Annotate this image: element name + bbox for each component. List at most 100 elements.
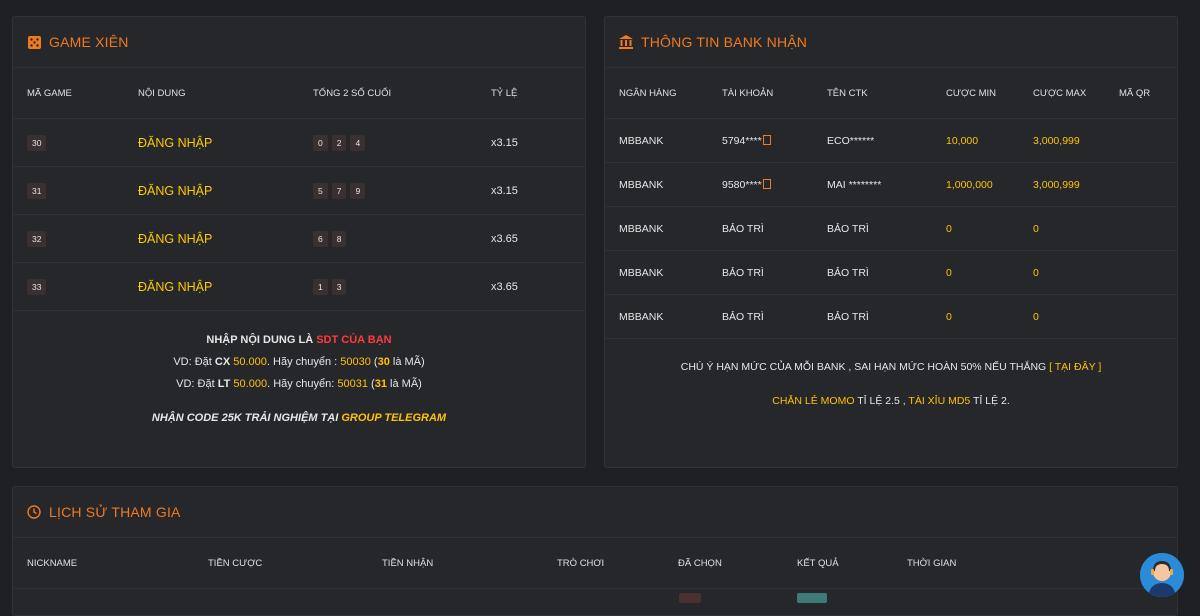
- instruction-text: NHẬP NỘI DUNG LÀ: [206, 334, 317, 346]
- chosen-badge: [679, 593, 701, 603]
- copy-icon[interactable]: [762, 178, 771, 189]
- dice-icon: [27, 35, 41, 49]
- qr-cell: [1119, 206, 1177, 251]
- numbers-cell: 024: [313, 118, 491, 167]
- rate-cell: x3.65: [491, 262, 585, 311]
- bank-panel-title: THÔNG TIN BANK NHẬN: [641, 34, 808, 50]
- telegram-group-link[interactable]: GROUP TELEGRAM: [341, 412, 446, 424]
- bank-icon: [619, 35, 633, 49]
- numbers-cell: 579: [313, 166, 491, 215]
- clock-icon: [27, 505, 41, 519]
- login-link[interactable]: ĐĂNG NHẬP: [138, 232, 212, 246]
- bank-panel-header: THÔNG TIN BANK NHẬN: [605, 17, 1177, 68]
- ex1-text: VD: Đặt: [173, 356, 215, 368]
- account-cell: BẢO TRÌ: [722, 294, 827, 339]
- qr-cell: [1119, 162, 1177, 207]
- col-max-bet: CƯỢC MAX: [1033, 68, 1119, 119]
- bank-table-header: NGÂN HÀNG TÀI KHOẢN TÊN CTK CƯỢC MIN CƯỢ…: [605, 68, 1177, 119]
- number-badge: 1: [313, 278, 328, 295]
- bank-limit-note: CHÚ Ý HẠN MỨC CỦA MỖI BANK , SAI HẠN MỨC…: [605, 361, 1177, 395]
- account-holder: ECO******: [827, 118, 946, 163]
- bank-limit-link[interactable]: [ TẠI ĐÂY ]: [1049, 361, 1101, 373]
- game-instructions: NHẬP NỘI DUNG LÀ SDT CỦA BẠN VD: Đặt CX …: [13, 311, 585, 424]
- bank-row: MBBANK BẢO TRÌ BẢO TRÌ 0 0: [605, 250, 1177, 295]
- qr-cell: [1119, 250, 1177, 295]
- ex2-transfer: 50031: [337, 378, 368, 390]
- ex2-amount: 50.000: [233, 378, 268, 390]
- promo-text: NHẬN CODE 25K TRẢI NGHIỆM TẠI: [151, 412, 342, 424]
- col-account: TÀI KHOẢN: [722, 68, 827, 119]
- qr-cell: [1119, 118, 1177, 163]
- promo-line: NHẬN CODE 25K TRẢI NGHIỆM TẠI GROUP TELE…: [13, 412, 585, 424]
- momo-game-link[interactable]: CHẴN LẺ MOMO: [772, 395, 854, 407]
- game-rate-note: CHẴN LẺ MOMO TỈ LỆ 2.5 , TÀI XỈU MD5 TỈ …: [605, 395, 1177, 407]
- account-number: BẢO TRÌ: [722, 310, 764, 323]
- bank-name: MBBANK: [605, 206, 722, 251]
- game-row: 33 ĐĂNG NHẬP 1 3 x3.65: [13, 262, 585, 311]
- md5-game-link[interactable]: TÀI XỈU MD5: [908, 395, 970, 407]
- col-nickname: NICKNAME: [13, 538, 208, 589]
- account-number: BẢO TRÌ: [722, 266, 764, 279]
- max-bet: 0: [1033, 250, 1119, 295]
- rate-cell: x3.15: [491, 166, 585, 215]
- col-bank: NGÂN HÀNG: [605, 68, 722, 119]
- col-chosen: ĐÃ CHỌN: [678, 538, 797, 589]
- game-panel-title: GAME XIÊN: [49, 34, 129, 50]
- game-row: 30 ĐĂNG NHẬP 0 2 4 x3.15: [13, 118, 585, 167]
- bank-panel: THÔNG TIN BANK NHẬN NGÂN HÀNG TÀI KHOẢN …: [604, 16, 1178, 468]
- login-link[interactable]: ĐĂNG NHẬP: [138, 184, 212, 198]
- account-holder: BẢO TRÌ: [827, 294, 946, 339]
- ex2-text2: . Hãy chuyển:: [267, 378, 338, 390]
- md5-rate-text: TỈ LỆ 2.: [970, 395, 1010, 407]
- history-panel-header: LỊCH SỬ THAM GIA: [13, 487, 1177, 538]
- qr-cell: [1119, 294, 1177, 339]
- history-panel-title: LỊCH SỬ THAM GIA: [49, 504, 181, 520]
- col-bet-amount: TIỀN CƯỢC: [208, 538, 382, 589]
- account-number: 5794****: [722, 134, 762, 147]
- col-content: NỘI DUNG: [138, 68, 313, 119]
- game-table: MÃ GAME NỘI DUNG TỔNG 2 SỐ CUỐI TỶ LỆ 30…: [13, 68, 585, 311]
- number-badge: 5: [313, 182, 328, 199]
- game-code-badge: 33: [27, 278, 47, 295]
- game-code-badge: 32: [27, 230, 47, 247]
- col-rate: TỶ LỆ: [491, 68, 585, 119]
- account-number: 9580****: [722, 178, 762, 191]
- bank-notes: CHÚ Ý HẠN MỨC CỦA MỖI BANK , SAI HẠN MỨC…: [605, 339, 1177, 407]
- min-bet: 10,000: [946, 118, 1033, 163]
- game-row: 32 ĐĂNG NHẬP 6 8 x3.65: [13, 214, 585, 263]
- momo-rate-text: TỈ LỆ 2.5 ,: [854, 395, 909, 407]
- bank-name: MBBANK: [605, 118, 722, 163]
- account-holder: BẢO TRÌ: [827, 206, 946, 251]
- support-chat-button[interactable]: [1140, 553, 1184, 597]
- ex1-paren: (: [370, 356, 378, 368]
- col-account-name: TÊN CTK: [827, 68, 946, 119]
- bank-row: MBBANK BẢO TRÌ BẢO TRÌ 0 0: [605, 206, 1177, 251]
- bank-name: MBBANK: [605, 294, 722, 339]
- min-bet: 0: [946, 206, 1033, 251]
- col-time: THỜI GIAN: [907, 538, 1177, 589]
- ex1-transfer: 50030: [340, 356, 371, 368]
- ex2-code: 31: [374, 378, 387, 390]
- example-line-1: VD: Đặt CX 50.000. Hãy chuyển : 50030 (3…: [13, 356, 585, 378]
- number-badge: 3: [331, 278, 347, 295]
- account-cell: BẢO TRÌ: [722, 206, 827, 251]
- number-badge: 2: [331, 134, 347, 151]
- number-badge: 8: [331, 230, 347, 247]
- login-link[interactable]: ĐĂNG NHẬP: [138, 280, 212, 294]
- number-badge: 7: [331, 182, 347, 199]
- bank-row: MBBANK 9580**** MAI ******** 1,000,000 3,000…: [605, 162, 1177, 207]
- min-bet: 0: [946, 250, 1033, 295]
- copy-icon[interactable]: [762, 134, 771, 145]
- login-link[interactable]: ĐĂNG NHẬP: [138, 136, 212, 150]
- ex2-type: LT: [217, 378, 231, 390]
- game-panel-header: GAME XIÊN: [13, 17, 585, 68]
- bank-name: MBBANK: [605, 162, 722, 207]
- rate-cell: x3.65: [491, 214, 585, 263]
- history-table-header: NICKNAME TIỀN CƯỢC TIỀN NHẬN TRÒ CHƠI ĐÃ…: [13, 538, 1177, 589]
- game-code-badge: 31: [27, 182, 47, 199]
- bank-name: MBBANK: [605, 250, 722, 295]
- account-number: BẢO TRÌ: [722, 222, 764, 235]
- col-received: TIỀN NHẬN: [382, 538, 557, 589]
- max-bet: 3,000,999: [1033, 118, 1119, 163]
- history-panel: LỊCH SỬ THAM GIA NICKNAME TIỀN CƯỢC TIỀN…: [12, 486, 1178, 616]
